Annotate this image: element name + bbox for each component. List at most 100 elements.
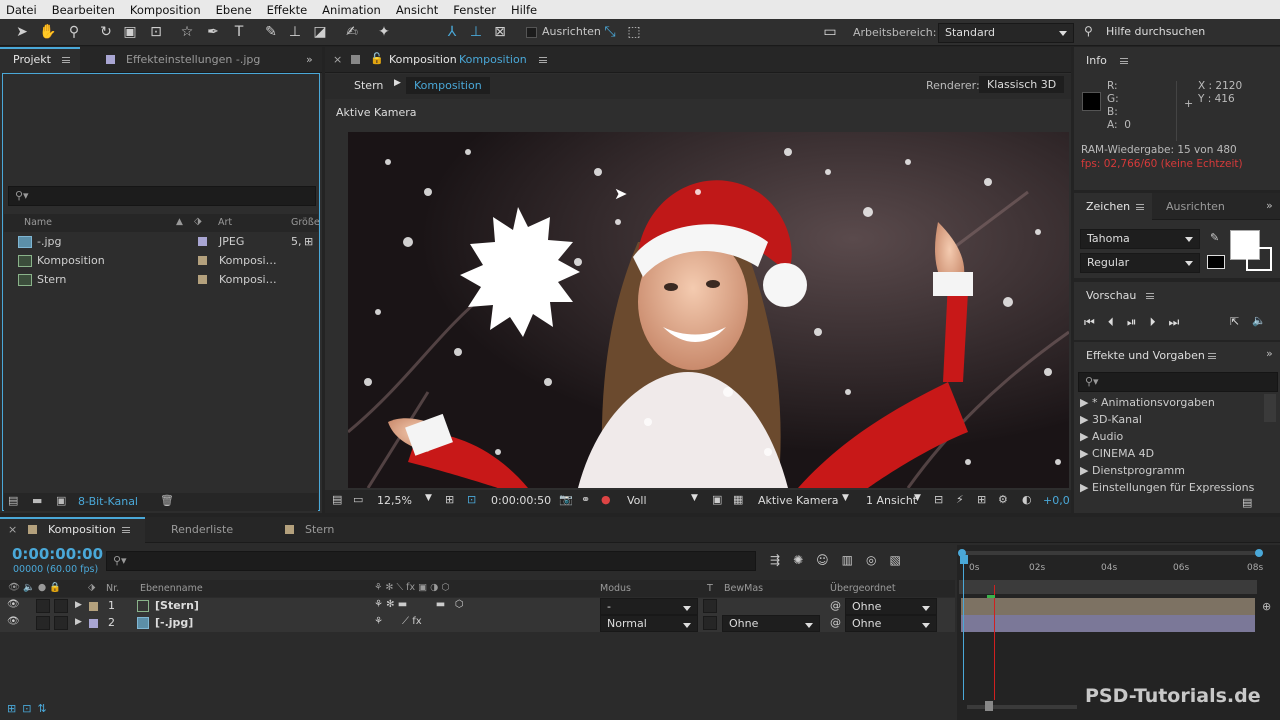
col-size[interactable]: Größe bbox=[291, 217, 320, 228]
layer-bar-2[interactable] bbox=[961, 615, 1255, 632]
draft-3d-icon[interactable]: ✺ bbox=[793, 553, 816, 567]
current-time-indicator[interactable] bbox=[963, 560, 964, 700]
layer-name[interactable]: [-.jpg] bbox=[155, 616, 193, 629]
brush-tool-icon[interactable]: ✎ bbox=[261, 23, 281, 41]
views-dropdown[interactable]: 1 Ansicht bbox=[866, 494, 917, 507]
visibility-eye-icon[interactable]: 👁 bbox=[7, 599, 20, 610]
breadcrumb-komposition[interactable]: Komposition bbox=[406, 77, 490, 94]
type-tool-icon[interactable]: T bbox=[229, 23, 249, 41]
effects-search-input[interactable]: ⚲▾ bbox=[1078, 372, 1278, 392]
breadcrumb-stern[interactable]: Stern bbox=[354, 79, 383, 92]
comp-viewer-canvas[interactable]: ➤ bbox=[348, 132, 1069, 488]
font-family-dropdown[interactable]: Tahoma bbox=[1080, 229, 1200, 249]
project-item-stern[interactable]: Stern Komposi… bbox=[4, 270, 318, 289]
col-type[interactable]: Art bbox=[218, 217, 232, 228]
snapshot-icon[interactable]: 📷 bbox=[559, 493, 573, 506]
project-search-input[interactable]: ⚲▾ bbox=[8, 186, 316, 206]
effects-menu-icon[interactable] bbox=[1208, 353, 1216, 359]
puppet-tool-icon[interactable]: ✦ bbox=[374, 23, 394, 41]
pickwhip-icon[interactable]: @ bbox=[830, 616, 841, 629]
layer-2-switches[interactable]: ⚘ ⟋ fx bbox=[374, 616, 422, 627]
label-swatch[interactable] bbox=[198, 275, 207, 284]
sort-icon[interactable]: ▲ bbox=[176, 217, 183, 227]
effects-item[interactable]: ▶ Einstellungen für Expressions bbox=[1080, 479, 1264, 496]
reset-exposure-icon[interactable]: ◐ bbox=[1022, 493, 1032, 506]
layer-bar-1[interactable] bbox=[961, 598, 1255, 615]
audio-icon[interactable]: 🔈 bbox=[1252, 314, 1266, 327]
roto-brush-tool-icon[interactable]: ✍ bbox=[342, 23, 362, 41]
pen-tool-icon[interactable]: ✒ bbox=[203, 23, 223, 41]
zoom-slider-thumb[interactable] bbox=[985, 701, 993, 711]
col-layer-name[interactable]: Ebenenname bbox=[140, 583, 203, 594]
menu-bearbeiten[interactable]: Bearbeiten bbox=[52, 3, 115, 17]
timeline-graph-area[interactable]: 0s 02s 04s 06s 08s ⊕ PSD-Tutorials.de bbox=[957, 545, 1280, 720]
shape-tool-icon[interactable]: ☆ bbox=[177, 23, 197, 41]
view-axis-icon[interactable]: ⊠ bbox=[490, 23, 510, 41]
bit-depth-button[interactable]: 8-Bit-Kanal bbox=[78, 495, 138, 508]
loop-icon[interactable]: ⇱ bbox=[1230, 315, 1239, 328]
world-axis-icon[interactable]: ⊥ bbox=[466, 23, 486, 41]
preview-menu-icon[interactable] bbox=[1146, 293, 1154, 299]
label-column-icon[interactable]: ⬗ bbox=[194, 216, 202, 227]
region-of-interest-icon[interactable]: ▣ bbox=[712, 493, 722, 506]
mask-feather-icon[interactable]: ⬚ bbox=[624, 23, 644, 41]
in-out-toggle-icon[interactable]: ⇅ bbox=[37, 702, 52, 715]
always-preview-icon[interactable]: ▤ bbox=[332, 493, 342, 506]
expand-arrow-icon[interactable]: ▶ bbox=[75, 600, 82, 610]
playhead-handle[interactable] bbox=[960, 555, 968, 564]
project-item-komposition[interactable]: Komposition Komposi… bbox=[4, 251, 318, 270]
prev-frame-icon[interactable]: ⏴ bbox=[1108, 315, 1127, 329]
preserve-transparency-toggle[interactable] bbox=[703, 616, 717, 630]
preserve-transparency-toggle[interactable] bbox=[703, 599, 717, 613]
snap-icon[interactable]: ⤡ bbox=[600, 23, 620, 41]
current-time-display[interactable]: 0:00:00:00 bbox=[12, 545, 103, 563]
tab-timeline-stern[interactable]: Stern bbox=[305, 517, 334, 543]
new-preset-icon[interactable]: ▤ bbox=[1242, 496, 1252, 509]
new-folder-icon[interactable]: ▬ bbox=[32, 494, 42, 507]
vr-icon[interactable]: ▭ bbox=[820, 23, 840, 41]
flowchart-icon[interactable]: ⚙ bbox=[998, 493, 1008, 506]
effects-item[interactable]: ▶ CINEMA 4D bbox=[1080, 445, 1264, 462]
menu-ebene[interactable]: Ebene bbox=[216, 3, 252, 17]
blend-mode-dropdown[interactable]: - bbox=[600, 598, 698, 615]
tab-project[interactable]: Projekt bbox=[13, 47, 51, 73]
parent-dropdown[interactable]: Ohne bbox=[845, 598, 937, 615]
effects-item[interactable]: ▶ Audio bbox=[1080, 428, 1264, 445]
clone-stamp-tool-icon[interactable]: ⊥ bbox=[285, 23, 305, 41]
col-nr[interactable]: Nr. bbox=[106, 583, 119, 594]
frame-blending-icon[interactable]: ▥ bbox=[842, 553, 866, 567]
local-axis-icon[interactable]: ⅄ bbox=[442, 23, 462, 41]
menu-fenster[interactable]: Fenster bbox=[453, 3, 496, 17]
graph-editor-icon[interactable]: ▧ bbox=[889, 553, 913, 567]
safe-zones-icon[interactable]: ⊡ bbox=[467, 493, 476, 506]
timeline-icon[interactable]: ⊞ bbox=[977, 493, 986, 506]
tab-zeichen[interactable]: Zeichen bbox=[1086, 194, 1130, 220]
layer-row-1[interactable]: 👁 ▶ 1 [Stern] ⚘ ✻ ▬ ▬ ⬡ - @ Ohne bbox=[0, 598, 955, 615]
track-matte-dropdown[interactable]: Ohne bbox=[722, 615, 820, 632]
label-col-icon[interactable]: ⬗ bbox=[88, 582, 95, 593]
layer-label-swatch[interactable] bbox=[89, 602, 98, 611]
solo-toggle[interactable] bbox=[36, 616, 50, 630]
zoom-slider[interactable] bbox=[967, 705, 1077, 709]
lock-icon[interactable]: 🔓 bbox=[370, 52, 384, 65]
channels-icon[interactable]: ● bbox=[601, 493, 611, 506]
selection-tool-icon[interactable]: ➤ bbox=[12, 23, 32, 41]
interpret-footage-icon[interactable]: ▤ bbox=[8, 494, 18, 507]
col-parent[interactable]: Übergeordnet bbox=[830, 583, 896, 594]
resolution-dropdown[interactable]: Voll bbox=[627, 494, 647, 507]
info-menu-icon[interactable] bbox=[1120, 58, 1128, 64]
effects-overflow-icon[interactable]: » bbox=[1266, 347, 1273, 360]
shy-layers-icon[interactable]: ☺ bbox=[816, 553, 842, 567]
transfer-controls-toggle-icon[interactable]: ⊡ bbox=[22, 702, 37, 715]
trash-icon[interactable]: 🗑 bbox=[160, 494, 174, 507]
zoom-tool-icon[interactable]: ⚲ bbox=[64, 23, 84, 41]
tab-timeline-komposition[interactable]: Komposition bbox=[48, 517, 116, 543]
col-name[interactable]: Name bbox=[24, 217, 52, 228]
character-overflow-icon[interactable]: » bbox=[1266, 199, 1273, 212]
renderer-button[interactable]: Klassisch 3D bbox=[979, 76, 1065, 93]
project-menu-icon[interactable] bbox=[62, 57, 70, 63]
col-track-matte[interactable]: BewMas bbox=[724, 583, 763, 594]
resolution-chevron-icon[interactable]: ▼ bbox=[691, 493, 698, 503]
pan-behind-tool-icon[interactable]: ⊡ bbox=[146, 23, 166, 41]
views-chevron-icon[interactable]: ▼ bbox=[914, 493, 921, 503]
